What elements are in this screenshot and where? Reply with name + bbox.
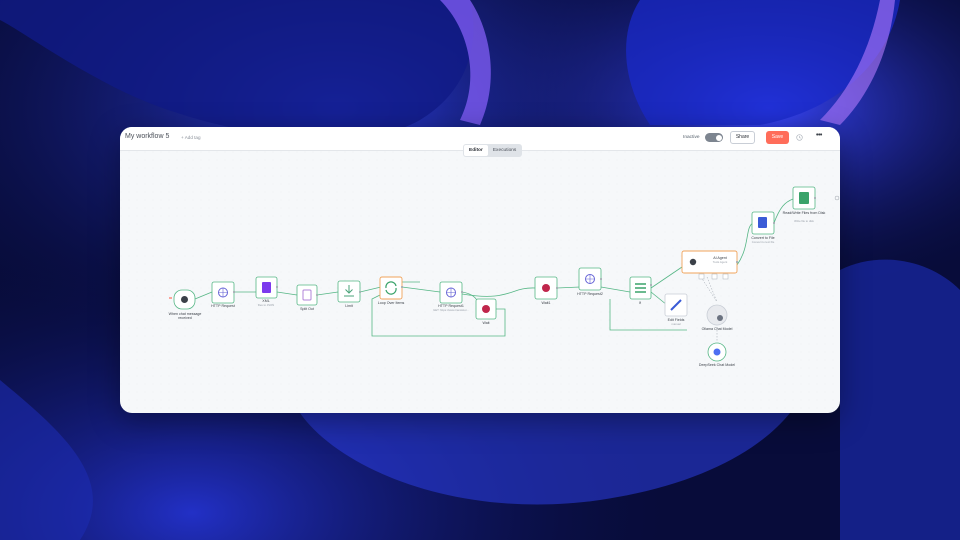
node-label-limit: Limit (345, 304, 353, 308)
tab-executions[interactable]: Executions (488, 145, 521, 156)
wait-icon (542, 284, 550, 292)
node-sub-xml: files to JSON (257, 302, 275, 307)
node-http-request2[interactable] (578, 267, 602, 291)
node-label-deepseek: DeepSeek Chat Model (698, 363, 736, 367)
node-http-request[interactable] (211, 281, 235, 304)
node-sub-edit-fields: manual (671, 321, 681, 326)
view-tabs: Editor Executions (463, 144, 523, 157)
workflow-canvas[interactable] (120, 127, 840, 413)
node-edit-fields[interactable] (664, 293, 688, 317)
node-wait[interactable] (475, 298, 497, 320)
ollama-icon (717, 315, 723, 321)
file-icon (758, 217, 767, 228)
node-loop-over-items[interactable] (379, 276, 403, 300)
xml-icon (262, 282, 271, 293)
chat-icon (181, 296, 188, 303)
node-sub-read-write: Write file to disk (794, 218, 814, 223)
node-label-loop: Loop Over Items (377, 301, 405, 305)
node-label-http-request2: HTTP Request2 (577, 292, 603, 296)
node-label-chat-trigger: When chat message received (168, 312, 202, 321)
node-if[interactable] (629, 276, 652, 300)
node-sub-ai-agent: Tools Agent (712, 260, 728, 264)
wait-icon (482, 305, 490, 313)
node-limit[interactable] (337, 280, 361, 303)
node-label-ollama: Ollama Chat Model (701, 327, 733, 331)
node-split-out[interactable] (296, 284, 318, 306)
node-label-wait1: Wait1 (541, 301, 551, 305)
disk-icon (799, 192, 809, 204)
node-convert-to-file[interactable] (751, 211, 775, 235)
node-label-http-request: HTTP Request (211, 304, 235, 308)
node-ollama-chat-model[interactable] (706, 304, 728, 326)
robot-icon (689, 258, 697, 266)
node-http-request1[interactable] (439, 281, 463, 304)
node-label-if: If (639, 301, 641, 305)
node-sub-http-request1: GET: https://www.transistor... (433, 307, 469, 312)
tab-editor[interactable]: Editor (464, 145, 488, 156)
node-sub-convert-to-file: Convert to text file (751, 239, 775, 244)
node-xml[interactable] (255, 276, 278, 299)
node-label-read-write: Read/Write Files from Disk (782, 211, 826, 215)
node-label-wait: Wait (482, 321, 490, 325)
node-wait1[interactable] (534, 276, 558, 300)
node-deepseek-chat-model[interactable] (707, 342, 727, 362)
deepseek-icon (713, 348, 721, 356)
node-label-split-out: Split Out (300, 307, 314, 311)
workflow-editor-window: My workflow 5 + Add tag Inactive Share S… (120, 127, 840, 413)
